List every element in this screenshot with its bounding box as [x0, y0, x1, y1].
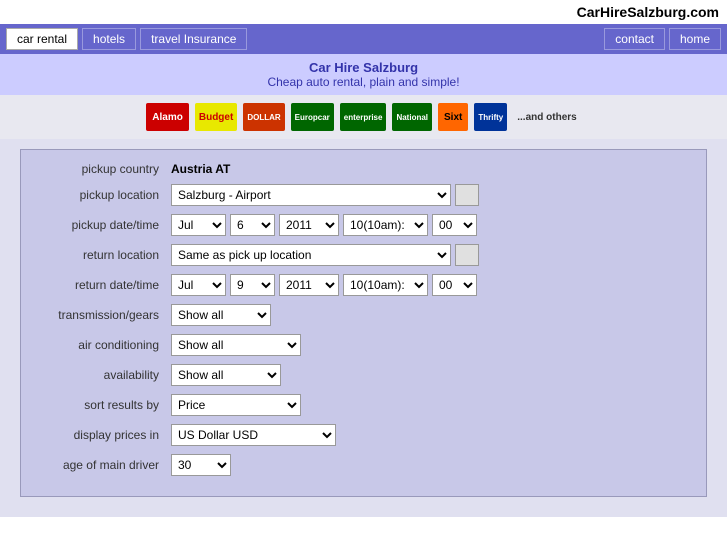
age-row: age of main driver 30 — [31, 454, 696, 476]
transmission-label: transmission/gears — [31, 308, 171, 322]
brand-others: ...and others — [513, 103, 580, 131]
pickup-location-label: pickup location — [31, 188, 171, 202]
return-datetime-row: return date/time Jul 9 2011 10(10am): 00 — [31, 274, 696, 296]
pickup-year-select[interactable]: 2011 — [279, 214, 339, 236]
brands-row: Alamo Budget DOLLAR Europcar enterprise … — [0, 95, 727, 139]
search-form: pickup country Austria AT pickup locatio… — [20, 149, 707, 497]
brand-dollar: DOLLAR — [243, 103, 284, 131]
pickup-country-control: Austria AT — [171, 162, 696, 176]
site-header: CarHireSalzburg.com — [0, 0, 727, 24]
transmission-select[interactable]: Show all — [171, 304, 271, 326]
nav-home[interactable]: home — [669, 28, 721, 50]
return-year-select[interactable]: 2011 — [279, 274, 339, 296]
pickup-location-control: Salzburg - Airport — [171, 184, 696, 206]
transmission-row: transmission/gears Show all — [31, 304, 696, 326]
banner: Car Hire Salzburg Cheap auto rental, pla… — [0, 54, 727, 95]
nav-hotels[interactable]: hotels — [82, 28, 136, 50]
main-form-container: pickup country Austria AT pickup locatio… — [0, 139, 727, 517]
pickup-location-select[interactable]: Salzburg - Airport — [171, 184, 451, 206]
brand-europcar: Europcar — [291, 103, 334, 131]
navigation-bar: car rental hotels travel Insurance conta… — [0, 24, 727, 54]
pickup-datetime-row: pickup date/time Jul 6 2011 10(10am): 00 — [31, 214, 696, 236]
currency-label: display prices in — [31, 428, 171, 442]
return-location-select[interactable]: Same as pick up location — [171, 244, 451, 266]
availability-row: availability Show all — [31, 364, 696, 386]
brand-national: National — [392, 103, 432, 131]
pickup-datetime-control: Jul 6 2011 10(10am): 00 — [171, 214, 696, 236]
nav-left: car rental hotels travel Insurance — [6, 28, 247, 50]
brand-budget: Budget — [195, 103, 237, 131]
sort-control: Price — [171, 394, 696, 416]
currency-control: US Dollar USD — [171, 424, 696, 446]
ac-select[interactable]: Show all — [171, 334, 301, 356]
ac-label: air conditioning — [31, 338, 171, 352]
age-label: age of main driver — [31, 458, 171, 472]
availability-select[interactable]: Show all — [171, 364, 281, 386]
pickup-day-select[interactable]: 6 — [230, 214, 275, 236]
ac-row: air conditioning Show all — [31, 334, 696, 356]
pickup-location-row: pickup location Salzburg - Airport — [31, 184, 696, 206]
pickup-datetime-label: pickup date/time — [31, 218, 171, 232]
availability-label: availability — [31, 368, 171, 382]
availability-control: Show all — [171, 364, 696, 386]
pickup-country-label: pickup country — [31, 162, 171, 176]
pickup-country-value: Austria AT — [171, 162, 230, 176]
pickup-hour-select[interactable]: 10(10am): — [343, 214, 428, 236]
return-location-row: return location Same as pick up location — [31, 244, 696, 266]
brand-thrifty: Thrifty — [474, 103, 507, 131]
site-name: CarHireSalzburg.com — [577, 4, 719, 20]
age-control: 30 — [171, 454, 696, 476]
return-month-select[interactable]: Jul — [171, 274, 226, 296]
ac-control: Show all — [171, 334, 696, 356]
currency-select[interactable]: US Dollar USD — [171, 424, 336, 446]
return-hour-select[interactable]: 10(10am): — [343, 274, 428, 296]
return-location-control: Same as pick up location — [171, 244, 696, 266]
nav-contact[interactable]: contact — [604, 28, 665, 50]
return-datetime-label: return date/time — [31, 278, 171, 292]
return-datetime-control: Jul 9 2011 10(10am): 00 — [171, 274, 696, 296]
age-select[interactable]: 30 — [171, 454, 231, 476]
sort-select[interactable]: Price — [171, 394, 301, 416]
brand-enterprise: enterprise — [340, 103, 387, 131]
transmission-control: Show all — [171, 304, 696, 326]
banner-subtitle: Cheap auto rental, plain and simple! — [0, 75, 727, 89]
nav-car-rental[interactable]: car rental — [6, 28, 78, 50]
currency-row: display prices in US Dollar USD — [31, 424, 696, 446]
brand-alamo: Alamo — [146, 103, 189, 131]
nav-right: contact home — [604, 28, 721, 50]
brand-sixt: Sixt — [438, 103, 468, 131]
return-map-button[interactable] — [455, 244, 479, 266]
banner-title: Car Hire Salzburg — [0, 60, 727, 75]
sort-label: sort results by — [31, 398, 171, 412]
sort-row: sort results by Price — [31, 394, 696, 416]
return-location-label: return location — [31, 248, 171, 262]
pickup-minute-select[interactable]: 00 — [432, 214, 477, 236]
pickup-month-select[interactable]: Jul — [171, 214, 226, 236]
return-minute-select[interactable]: 00 — [432, 274, 477, 296]
pickup-country-row: pickup country Austria AT — [31, 162, 696, 176]
nav-travel-insurance[interactable]: travel Insurance — [140, 28, 247, 50]
return-day-select[interactable]: 9 — [230, 274, 275, 296]
pickup-map-button[interactable] — [455, 184, 479, 206]
